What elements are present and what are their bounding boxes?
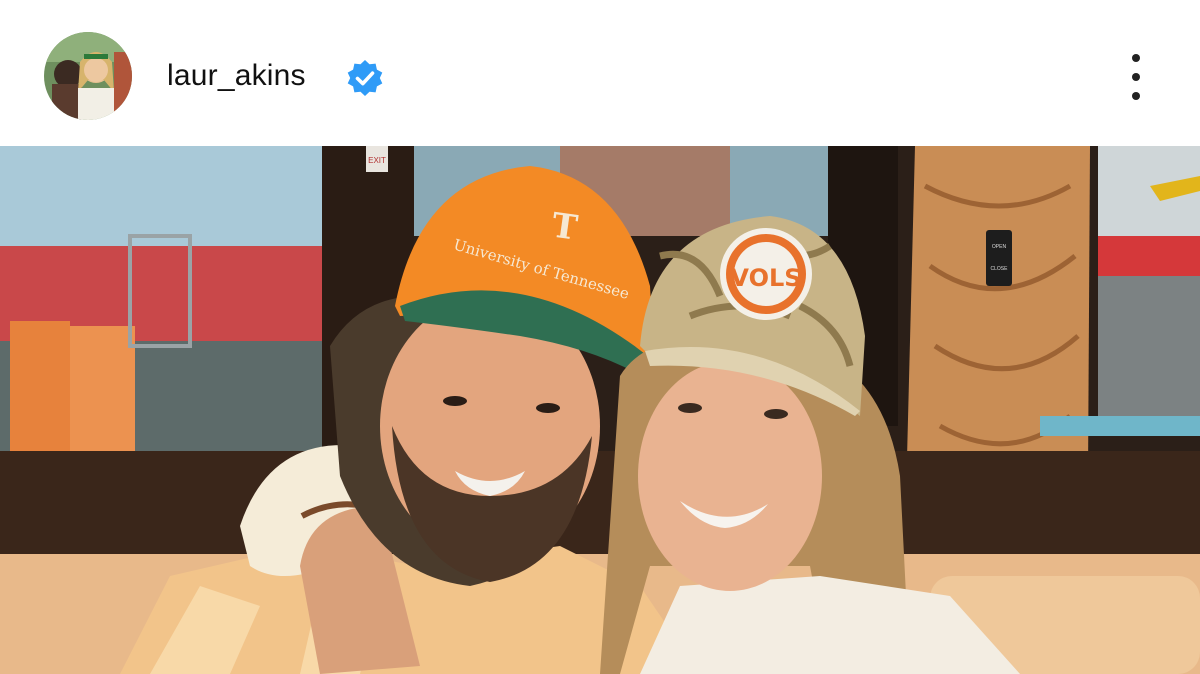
username-link[interactable]: laur_akins — [167, 56, 306, 96]
post-photo[interactable]: EXIT OPEN CLOSE T University of Tennesse… — [0, 146, 1200, 674]
photo-image: EXIT OPEN CLOSE T University of Tennesse… — [0, 146, 1200, 674]
avatar-image — [44, 32, 132, 120]
switch-label-bottom: CLOSE — [991, 266, 1009, 272]
switch-label-top: OPEN — [992, 244, 1007, 250]
more-dot-icon — [1132, 92, 1140, 100]
exit-sign: EXIT — [368, 156, 386, 165]
profile-avatar[interactable] — [44, 32, 132, 120]
verified-badge-icon — [346, 59, 384, 97]
more-dot-icon — [1132, 54, 1140, 62]
more-dot-icon — [1132, 73, 1140, 81]
post-header: laur_akins — [0, 0, 1200, 146]
more-options-button[interactable] — [1116, 50, 1156, 104]
hat-patch-text: VOLS — [730, 264, 801, 292]
